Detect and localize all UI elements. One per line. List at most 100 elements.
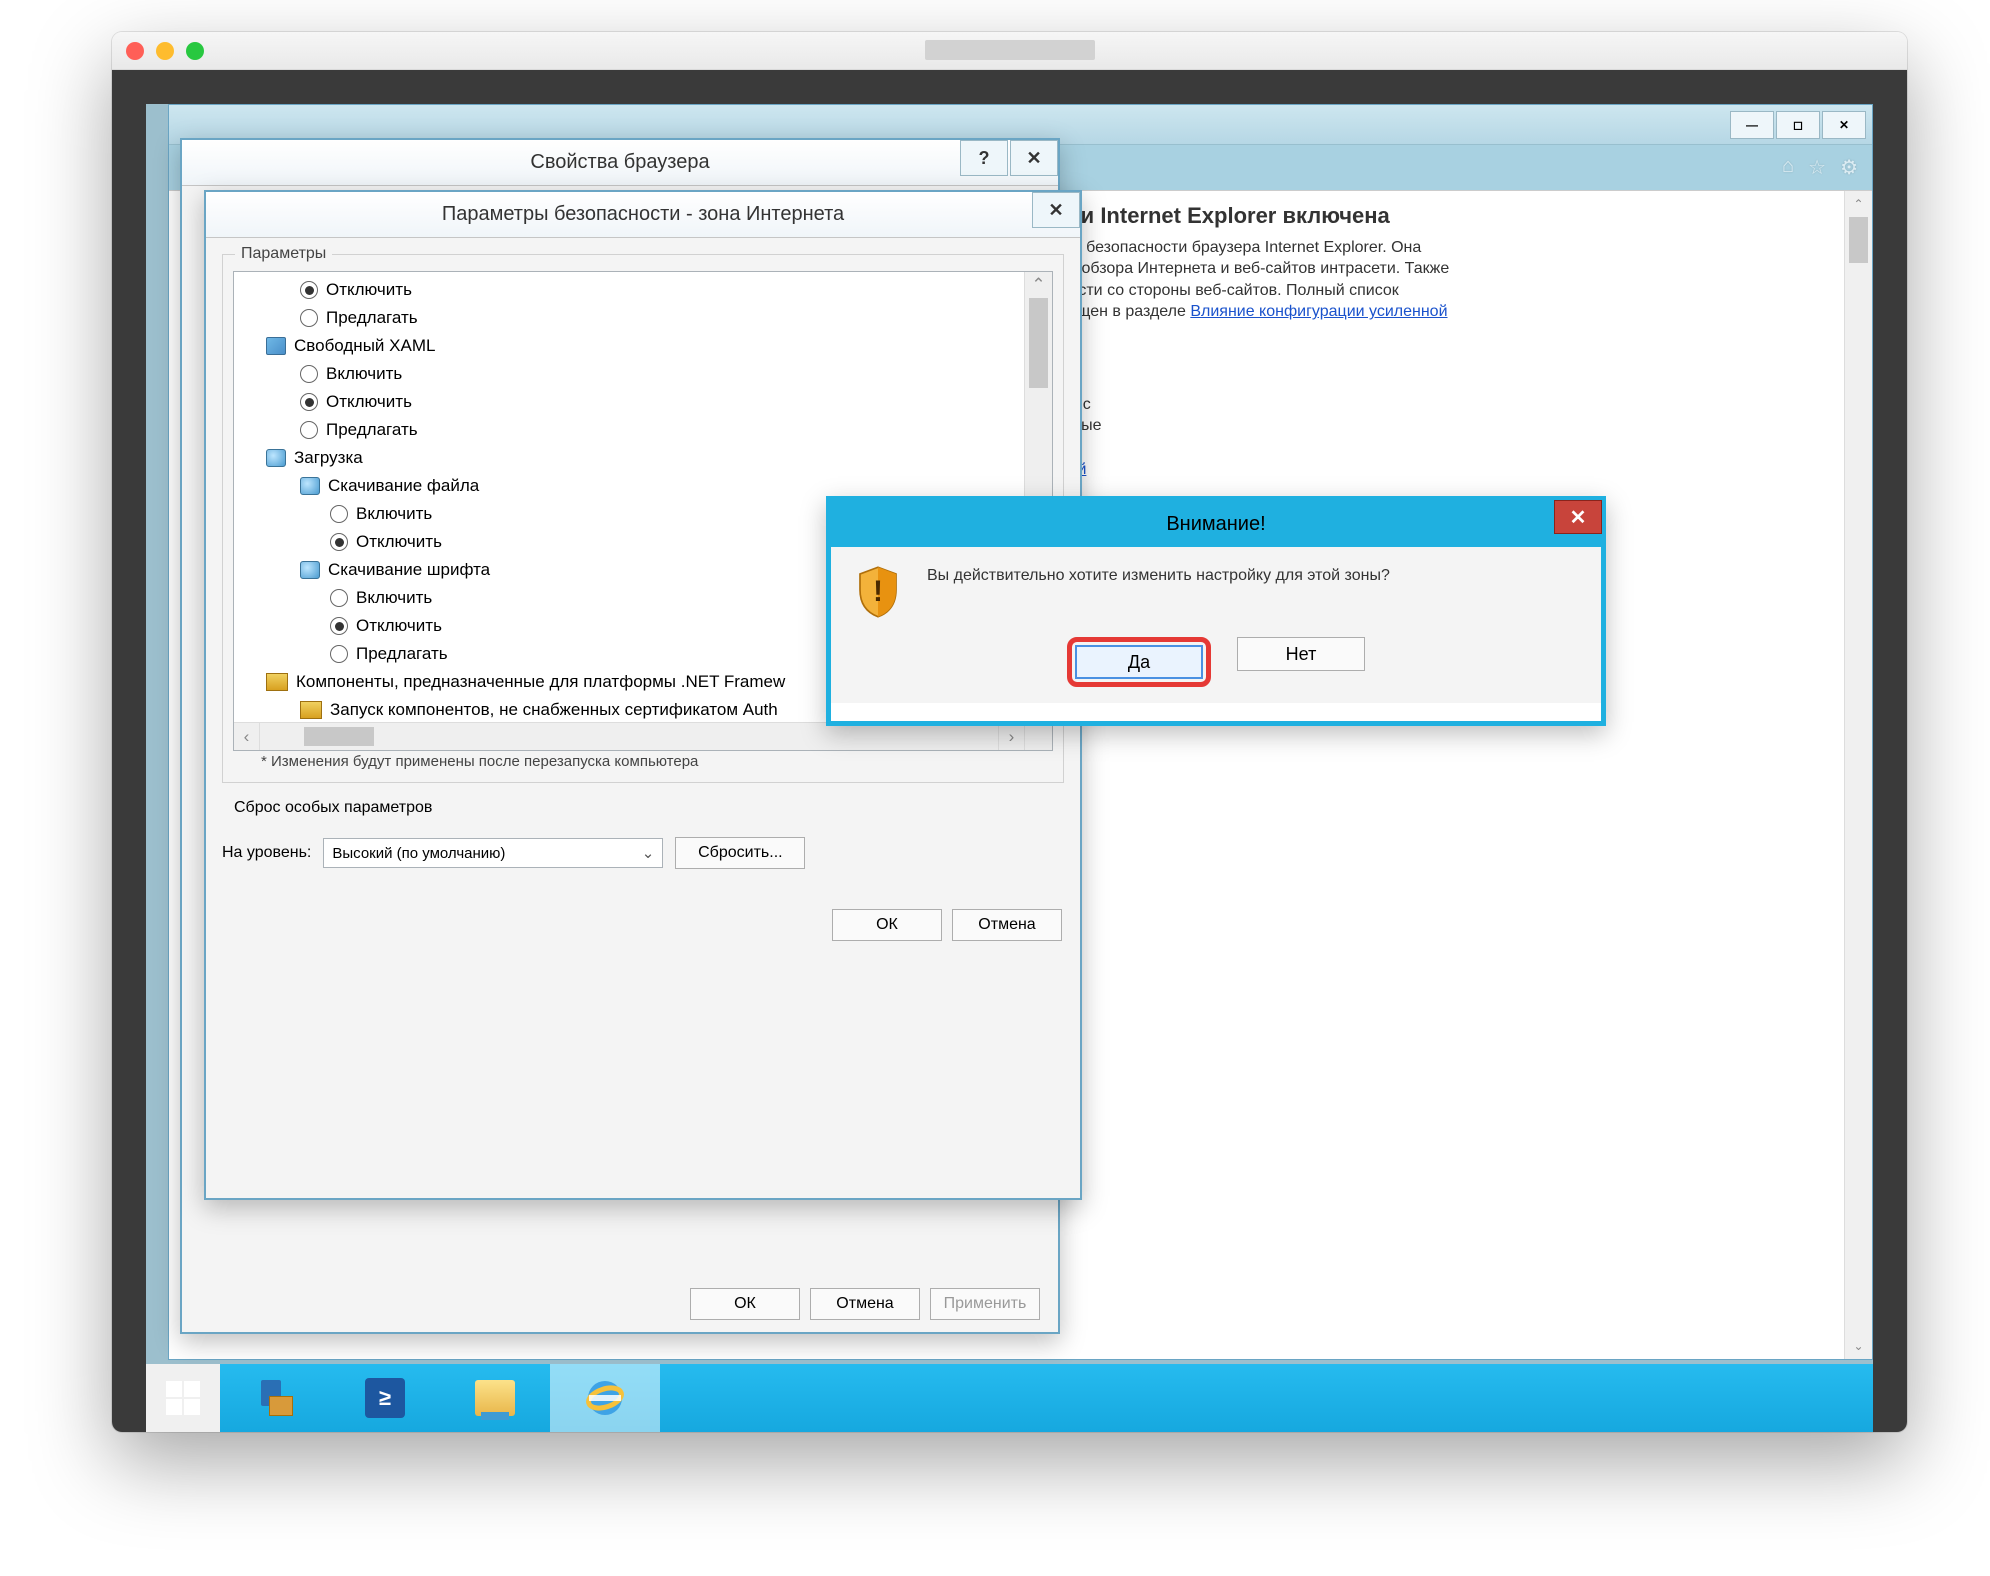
desktop: — ◻ ✕ й... × ⌂ ☆ ⚙ [146, 104, 1873, 1432]
radio-icon[interactable] [330, 505, 348, 523]
tree-scroll-up-icon[interactable]: ⌃ [1025, 272, 1052, 298]
windows-logo-icon [166, 1381, 200, 1415]
parameters-group-label: Параметры [235, 245, 332, 263]
setting-category: Загрузка [240, 444, 1046, 472]
setting-radio-option[interactable]: Предлагать [240, 416, 1046, 444]
setting-radio-option[interactable]: Предлагать [240, 304, 1046, 332]
inetopt-help-button[interactable]: ? [960, 140, 1008, 176]
inetopt-button-row: ОК Отмена Применить [182, 1288, 1058, 1320]
warning-body: ! Вы действительно хотите изменить настр… [831, 547, 1601, 637]
reset-row: На уровень: Высокий (по умолчанию) ⌄ Сбр… [222, 837, 1064, 869]
ie-close-button[interactable]: ✕ [1822, 111, 1866, 139]
inetopt-titlebar: Свойства браузера ? ✕ [182, 140, 1058, 186]
warning-yes-button[interactable]: Да [1075, 645, 1203, 679]
tree-hscroll[interactable]: ‹ › [234, 722, 1024, 750]
mac-zoom-icon[interactable] [186, 42, 204, 60]
favorites-icon[interactable]: ☆ [1808, 155, 1826, 180]
setting-radio-option[interactable]: Отключить [240, 276, 1046, 304]
warning-close-button[interactable]: ✕ [1554, 500, 1602, 534]
scroll-thumb[interactable] [1849, 217, 1868, 263]
setting-radio-option[interactable]: Включить [240, 360, 1046, 388]
internet-explorer-icon [583, 1376, 627, 1420]
setting-label: Включить [356, 588, 432, 608]
setting-label: Включить [326, 364, 402, 384]
inetopt-cancel-button[interactable]: Отмена [810, 1288, 920, 1320]
warning-titlebar: Внимание! ✕ [831, 501, 1601, 547]
server-manager-icon [255, 1378, 295, 1418]
setting-label: Предлагать [326, 420, 418, 440]
inetopt-apply-button[interactable]: Применить [930, 1288, 1040, 1320]
radio-icon[interactable] [300, 365, 318, 383]
radio-icon[interactable] [330, 645, 348, 663]
mac-close-icon[interactable] [126, 42, 144, 60]
svg-text:!: ! [873, 576, 883, 608]
doc-icon [266, 337, 286, 355]
setting-label: Предлагать [326, 308, 418, 328]
radio-icon[interactable] [300, 421, 318, 439]
page-link-1[interactable]: Влияние конфигурации усиленной [1190, 303, 1447, 320]
mac-minimize-icon[interactable] [156, 42, 174, 60]
reset-button[interactable]: Сбросить... [675, 837, 805, 869]
setting-label: Предлагать [356, 644, 448, 664]
file-explorer-icon [475, 1380, 515, 1416]
warning-button-row: Да Нет [831, 637, 1601, 703]
reset-label: На уровень: [222, 844, 311, 862]
setting-label: Компоненты, предназначенные для платформ… [296, 672, 785, 692]
setting-label: Скачивание шрифта [328, 560, 490, 580]
tree-scroll-right-icon[interactable]: › [998, 723, 1024, 750]
taskbar-file-explorer[interactable] [440, 1364, 550, 1432]
warning-text: Вы действительно хотите изменить настрой… [927, 565, 1577, 619]
chevron-down-icon: ⌄ [642, 844, 655, 862]
radio-icon[interactable] [300, 281, 318, 299]
download-icon [300, 477, 320, 495]
warning-no-button[interactable]: Нет [1237, 637, 1365, 671]
inetopt-ok-button[interactable]: ОК [690, 1288, 800, 1320]
setting-label: Запуск компонентов, не снабженных сертиф… [330, 700, 778, 720]
radio-icon[interactable] [330, 617, 348, 635]
ie-maximize-button[interactable]: ◻ [1776, 111, 1820, 139]
setting-category: Свободный XAML [240, 332, 1046, 360]
ie-minimize-button[interactable]: — [1730, 111, 1774, 139]
tree-scroll-left-icon[interactable]: ‹ [234, 723, 260, 750]
setting-label: Отключить [326, 280, 412, 300]
warning-dialog: Внимание! ✕ ! Вы действительно хотите из… [826, 496, 1606, 726]
taskbar-internet-explorer[interactable] [550, 1364, 660, 1432]
ie-toolbar-icons: ⌂ ☆ ⚙ [1782, 155, 1858, 180]
reset-level-value: Высокий (по умолчанию) [332, 845, 505, 862]
tree-hscroll-thumb[interactable] [304, 727, 374, 746]
setting-radio-option[interactable]: Отключить [240, 388, 1046, 416]
yes-button-highlight: Да [1067, 637, 1211, 687]
sec-cancel-button[interactable]: Отмена [952, 909, 1062, 941]
sec-button-row: ОК Отмена [206, 909, 1080, 941]
tree-scroll-corner [1024, 722, 1052, 750]
comp-icon [266, 673, 288, 691]
sec-title: Параметры безопасности - зона Интернета [442, 203, 844, 226]
scroll-up-icon[interactable]: ⌃ [1845, 191, 1872, 217]
ie-scrollbar[interactable]: ⌃ ⌄ [1844, 191, 1872, 1359]
restart-footnote: * Изменения будут применены после переза… [249, 753, 1037, 770]
reset-heading: Сброс особых параметров [234, 799, 1052, 817]
inetopt-close-button[interactable]: ✕ [1010, 140, 1058, 176]
radio-icon[interactable] [330, 589, 348, 607]
warning-title: Внимание! [1166, 513, 1265, 536]
sec-ok-button[interactable]: ОК [832, 909, 942, 941]
home-icon[interactable]: ⌂ [1782, 155, 1794, 180]
radio-icon[interactable] [300, 309, 318, 327]
powershell-icon: ≥ [365, 1378, 405, 1418]
sec-close-button[interactable]: ✕ [1032, 192, 1080, 228]
scroll-down-icon[interactable]: ⌄ [1845, 1333, 1872, 1359]
tree-scroll-thumb[interactable] [1029, 298, 1048, 388]
inetopt-title-buttons: ? ✕ [958, 140, 1058, 176]
shield-icon: ! [855, 565, 901, 619]
sec-titlebar: Параметры безопасности - зона Интернета … [206, 192, 1080, 238]
taskbar-powershell[interactable]: ≥ [330, 1364, 440, 1432]
start-button[interactable] [146, 1364, 220, 1432]
reset-level-select[interactable]: Высокий (по умолчанию) ⌄ [323, 838, 663, 868]
radio-icon[interactable] [300, 393, 318, 411]
traffic-lights [126, 42, 204, 60]
tools-icon[interactable]: ⚙ [1840, 155, 1858, 180]
comp-icon [300, 701, 322, 719]
radio-icon[interactable] [330, 533, 348, 551]
download-icon [266, 449, 286, 467]
taskbar-server-manager[interactable] [220, 1364, 330, 1432]
